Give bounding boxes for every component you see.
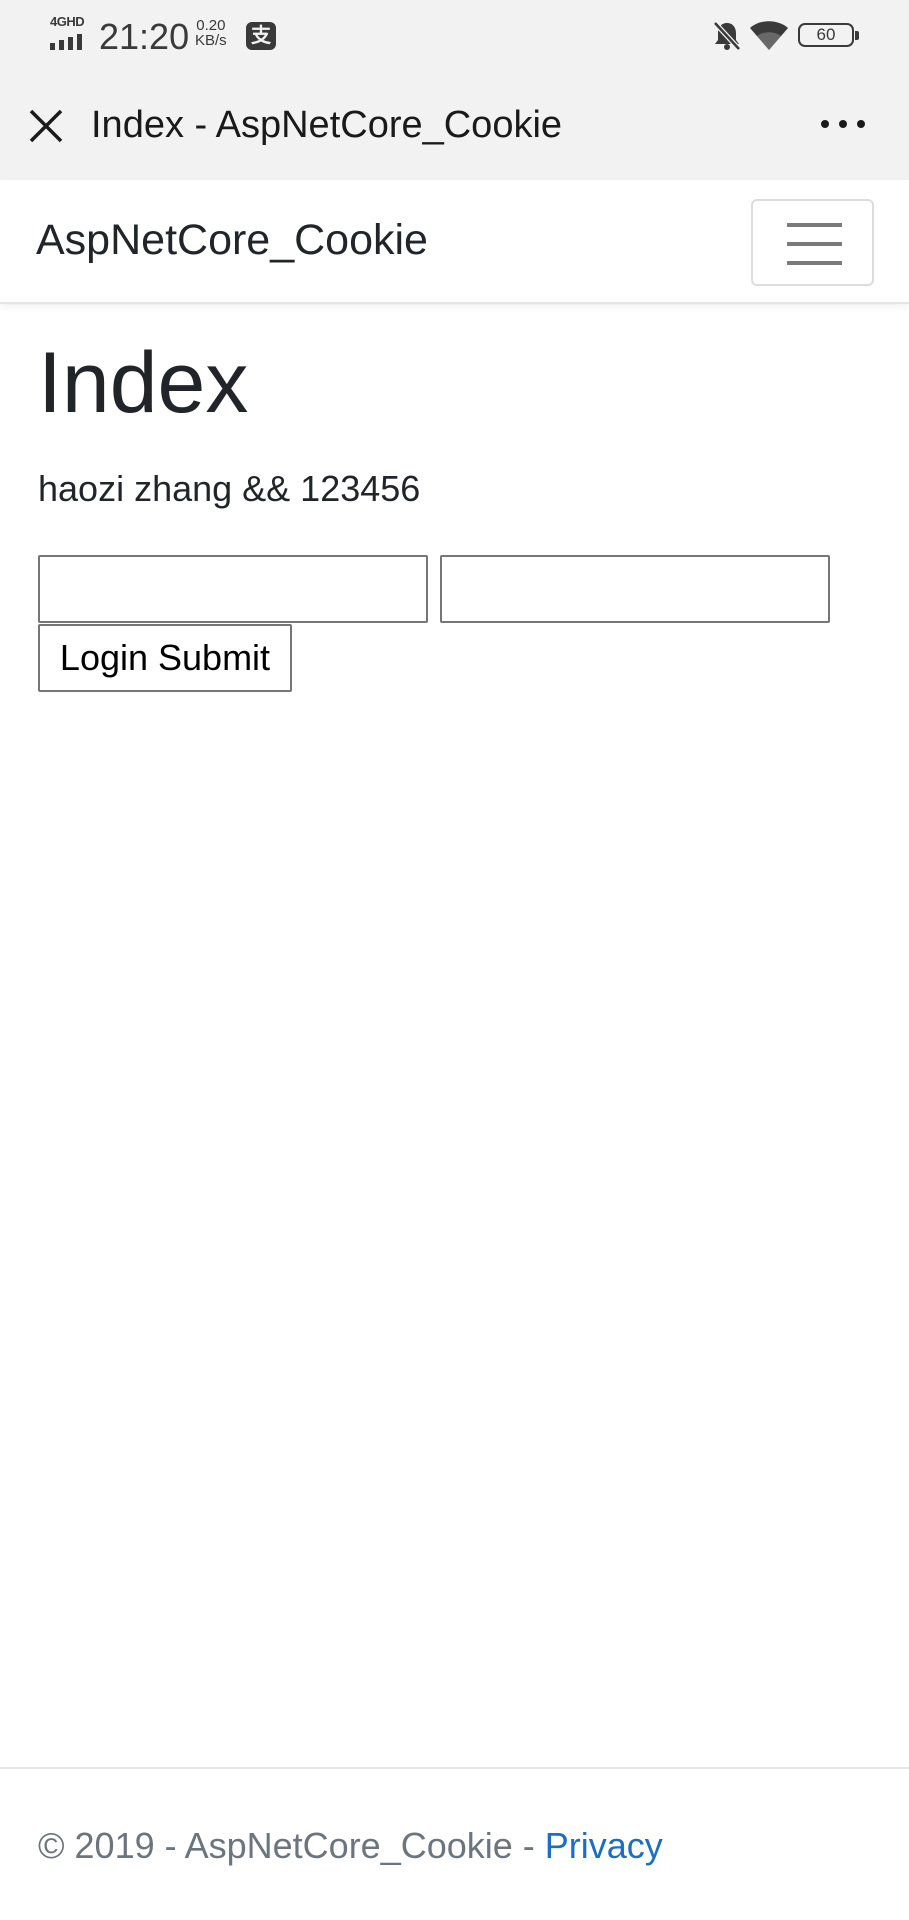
battery-level: 60 — [816, 25, 836, 44]
navbar-toggler-button[interactable] — [751, 199, 874, 286]
hamburger-icon — [787, 223, 842, 265]
main-content: Index haozi zhang && 123456 Login Submit — [38, 335, 878, 692]
battery-icon: 60 — [798, 23, 859, 47]
more-dots-icon[interactable] — [818, 114, 868, 134]
page-title-bar-text: Index - AspNetCore_Cookie — [91, 104, 563, 146]
webview-title-bar: Index - AspNetCore_Cookie — [0, 70, 909, 180]
credentials-text: haozi zhang && 123456 — [38, 468, 421, 509]
page-heading: Index — [38, 335, 249, 431]
copyright-text: © 2019 - AspNetCore_Cookie - — [38, 1825, 545, 1866]
signal-icon — [50, 34, 82, 50]
wifi-icon — [750, 21, 788, 50]
clock: 21:20 — [99, 16, 190, 57]
status-bar: 4GHD 21:20 0.20 KB/s 支 60 — [0, 0, 909, 70]
username-input[interactable] — [38, 555, 428, 623]
speed-unit: KB/s — [195, 32, 227, 49]
footer-text: © 2019 - AspNetCore_Cookie - Privacy — [38, 1825, 663, 1867]
privacy-link[interactable]: Privacy — [545, 1825, 663, 1866]
mute-bell-icon — [713, 21, 741, 51]
navbar-brand[interactable]: AspNetCore_Cookie — [36, 216, 428, 265]
network-type: 4GHD — [50, 14, 85, 29]
network-speed: 0.20 KB/s — [195, 18, 227, 48]
pay-app-icon: 支 — [246, 22, 276, 50]
footer: © 2019 - AspNetCore_Cookie - Privacy — [0, 1767, 909, 1920]
navbar: AspNetCore_Cookie — [0, 180, 909, 304]
password-input[interactable] — [440, 555, 830, 623]
close-icon[interactable] — [26, 106, 66, 146]
speed-value: 0.20 — [196, 17, 226, 34]
login-submit-button[interactable]: Login Submit — [38, 624, 292, 692]
